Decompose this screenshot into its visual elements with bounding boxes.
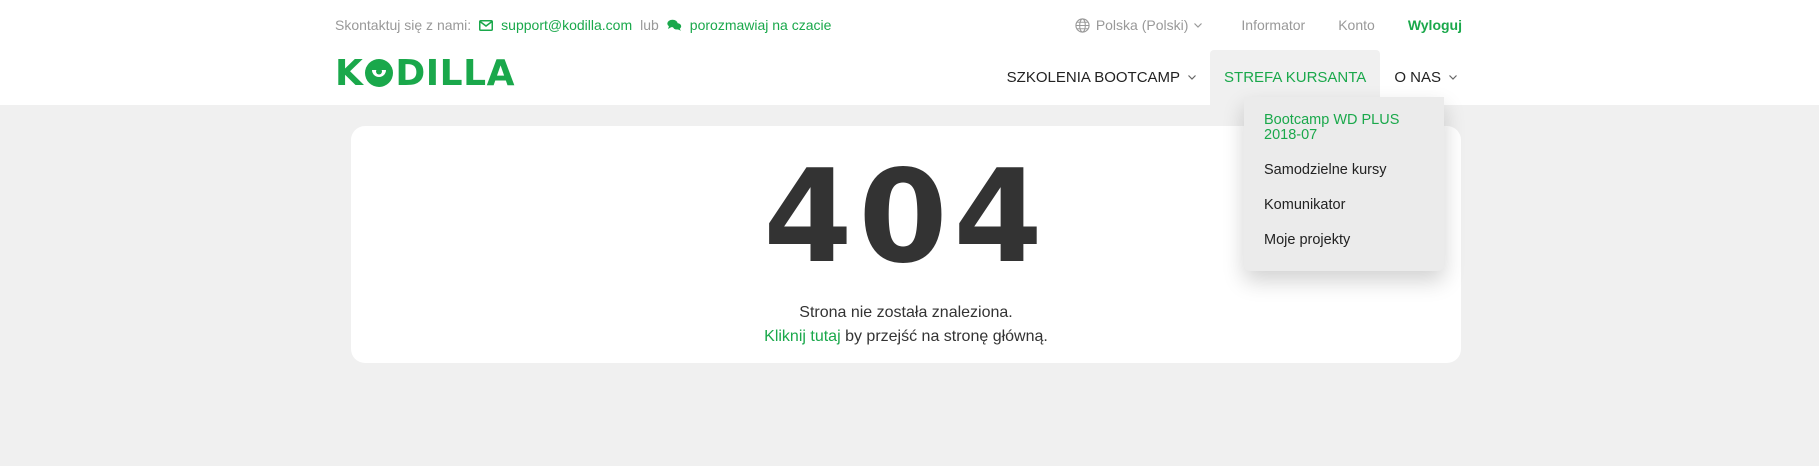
error-message: Strona nie została znaleziona.	[799, 304, 1013, 321]
chevron-down-icon	[1194, 22, 1203, 28]
language-label: Polska (Polski)	[1095, 17, 1189, 33]
top-right-links: Polska (Polski) Informator Konto Wyloguj	[1075, 17, 1462, 33]
menu-item-komunikator[interactable]: Komunikator	[1264, 198, 1430, 213]
logout-link[interactable]: Wyloguj	[1408, 17, 1462, 33]
globe-icon	[1075, 17, 1090, 33]
home-link[interactable]: Kliknij tutaj	[764, 328, 840, 345]
menu-item-samodzielne-kursy[interactable]: Samodzielne kursy	[1264, 163, 1430, 178]
top-bar: Skontaktuj się z nami: support@kodilla.c…	[335, 17, 1462, 37]
chat-text: porozmawiaj na czacie	[689, 17, 832, 33]
home-link-line: Kliknij tutaj by przejść na stronę główn…	[351, 325, 1461, 349]
menu-item-bootcamp-wd-plus[interactable]: Bootcamp WD PLUS 2018-07	[1264, 113, 1430, 143]
or-text: lub	[640, 17, 659, 33]
chevron-down-icon	[1188, 75, 1196, 80]
nav-strefa-label: STREFA KURSANTA	[1224, 69, 1367, 86]
nav-bootcamp[interactable]: SZKOLENIA BOOTCAMP	[993, 50, 1210, 105]
contact-info: Skontaktuj się z nami: support@kodilla.c…	[335, 17, 831, 33]
email-text: support@kodilla.com	[501, 17, 633, 33]
home-link-suffix: by przejść na stronę główną.	[840, 328, 1048, 345]
informator-link[interactable]: Informator	[1241, 17, 1305, 33]
chat-bubbles-icon	[667, 19, 681, 31]
error-message-block: Strona nie została znaleziona. Kliknij t…	[351, 301, 1461, 349]
envelope-icon	[479, 19, 494, 31]
chevron-down-icon	[1449, 75, 1457, 80]
contact-label: Skontaktuj się z nami:	[335, 17, 472, 33]
language-selector[interactable]: Polska (Polski)	[1075, 17, 1209, 33]
kodilla-logo[interactable]: K DILLA	[335, 53, 515, 94]
logo-o-icon	[365, 59, 394, 87]
site-header: Skontaktuj się z nami: support@kodilla.c…	[0, 0, 1819, 105]
account-link[interactable]: Konto	[1338, 17, 1375, 33]
nav-o-nas-label: O NAS	[1394, 69, 1441, 86]
chat-link[interactable]: porozmawiaj na czacie	[667, 17, 832, 33]
menu-item-moje-projekty[interactable]: Moje projekty	[1264, 233, 1430, 248]
nav-bootcamp-label: SZKOLENIA BOOTCAMP	[1006, 69, 1181, 86]
strefa-dropdown-menu: Bootcamp WD PLUS 2018-07 Samodzielne kur…	[1244, 97, 1444, 271]
email-link[interactable]: support@kodilla.com	[479, 17, 632, 33]
